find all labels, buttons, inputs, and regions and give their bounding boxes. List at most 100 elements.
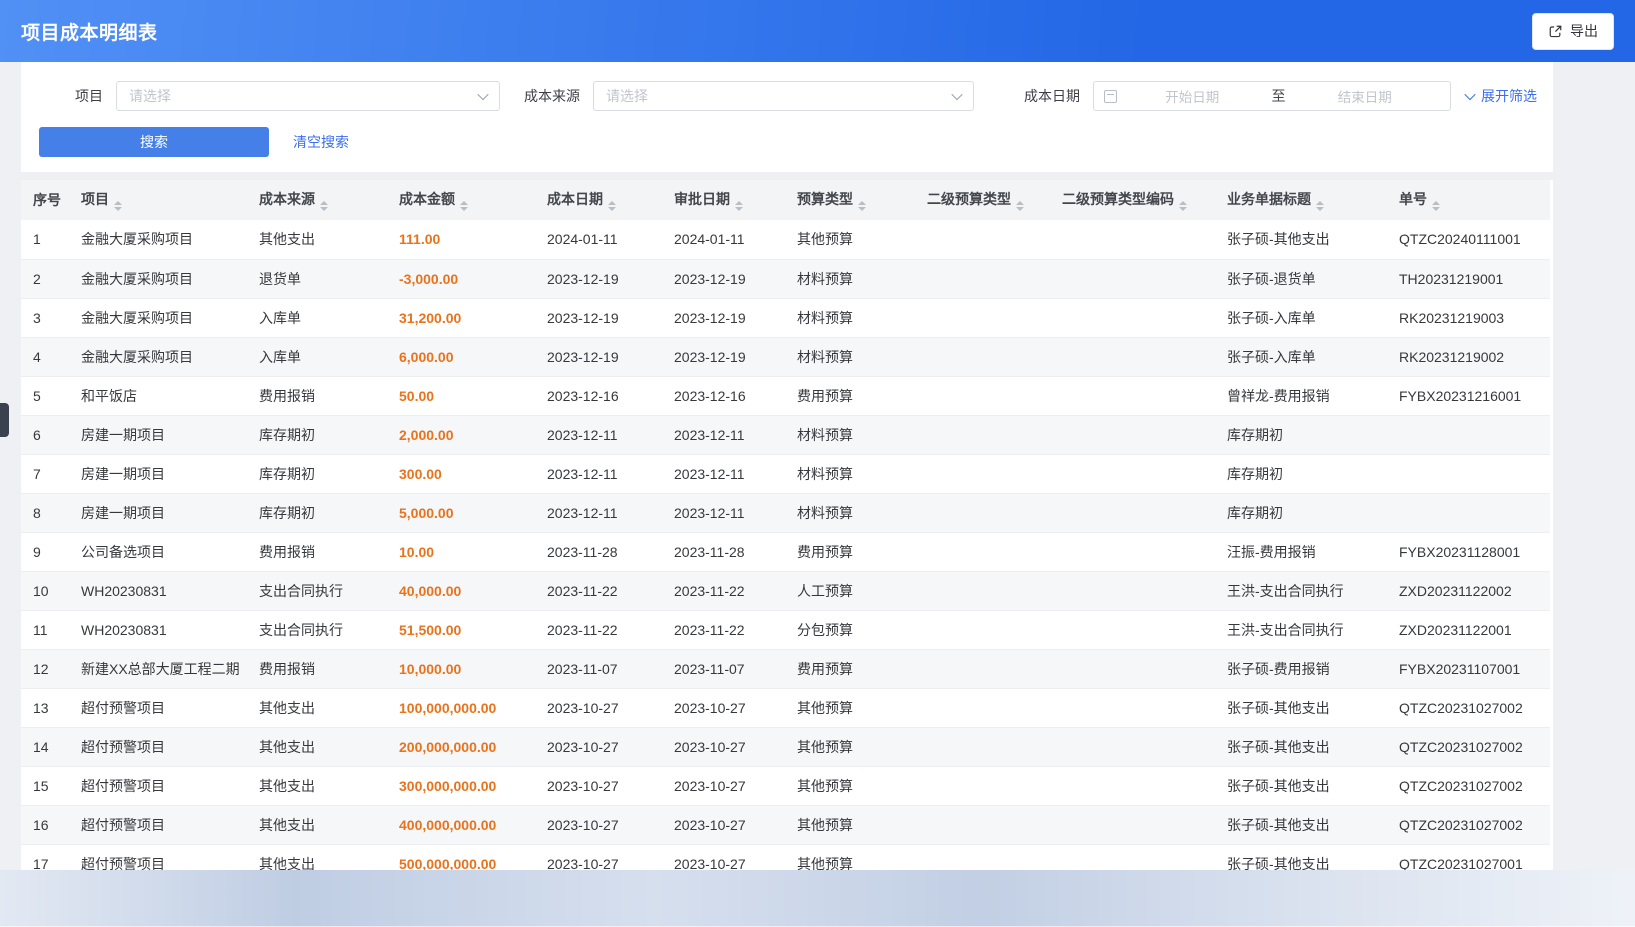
clear-search-link[interactable]: 清空搜索 — [293, 132, 349, 152]
table-cell: 费用报销 — [243, 649, 383, 688]
table-cell: 张子硕-入库单 — [1211, 337, 1383, 376]
table-row[interactable]: 2金融大厦采购项目退货单-3,000.002023-12-192023-12-1… — [21, 259, 1550, 298]
table-row[interactable]: 5和平饭店费用报销50.002023-12-162023-12-16费用预算曾祥… — [21, 376, 1550, 415]
table-cell: 材料预算 — [781, 337, 911, 376]
table-cell: 2023-12-16 — [658, 376, 781, 415]
cost-date-filter-label: 成本日期 — [1024, 86, 1080, 106]
cost-date-range-picker[interactable]: 开始日期 至 结束日期 — [1093, 81, 1451, 111]
project-filter-label: 项目 — [75, 86, 103, 106]
table-cell: 其他支出 — [243, 766, 383, 805]
table-row[interactable]: 12新建XX总部大厦工程二期费用报销10,000.002023-11-07202… — [21, 649, 1550, 688]
column-header[interactable]: 成本金额 — [383, 180, 531, 220]
table-cell: 材料预算 — [781, 298, 911, 337]
sort-icon[interactable] — [1432, 201, 1440, 211]
table-cell — [1383, 493, 1550, 532]
column-header[interactable]: 单号 — [1383, 180, 1550, 220]
table-cell: 其他预算 — [781, 220, 911, 259]
table-cell: 50.00 — [383, 376, 531, 415]
table-cell: 2023-12-16 — [531, 376, 658, 415]
table-row[interactable]: 4金融大厦采购项目入库单6,000.002023-12-192023-12-19… — [21, 337, 1550, 376]
table-cell: 材料预算 — [781, 493, 911, 532]
sort-icon[interactable] — [608, 201, 616, 211]
table-cell: 金融大厦采购项目 — [65, 298, 243, 337]
expand-filter-link[interactable]: 展开筛选 — [1466, 86, 1537, 106]
table-cell: 2 — [21, 259, 65, 298]
table-cell: 库存期初 — [243, 493, 383, 532]
project-select[interactable]: 请选择 — [116, 81, 500, 111]
table-row[interactable]: 3金融大厦采购项目入库单31,200.002023-12-192023-12-1… — [21, 298, 1550, 337]
table-row[interactable]: 11WH20230831支出合同执行51,500.002023-11-22202… — [21, 610, 1550, 649]
table-cell — [1046, 337, 1211, 376]
table-cell: 费用预算 — [781, 376, 911, 415]
column-header[interactable]: 预算类型 — [781, 180, 911, 220]
date-range-separator: 至 — [1268, 86, 1290, 106]
table-cell: 10,000.00 — [383, 649, 531, 688]
table-cell: 分包预算 — [781, 610, 911, 649]
table-cell: 2023-10-27 — [531, 727, 658, 766]
table-cell: 费用报销 — [243, 376, 383, 415]
table-cell — [1046, 259, 1211, 298]
sort-icon[interactable] — [114, 201, 122, 211]
sort-icon[interactable] — [858, 201, 866, 211]
table-row[interactable]: 9公司备选项目费用报销10.002023-11-282023-11-28费用预算… — [21, 532, 1550, 571]
column-header[interactable]: 业务单据标题 — [1211, 180, 1383, 220]
cost-source-select[interactable]: 请选择 — [593, 81, 974, 111]
table-cell: 5 — [21, 376, 65, 415]
table-cell — [911, 805, 1046, 844]
table-cell: 金融大厦采购项目 — [65, 220, 243, 259]
column-header[interactable]: 二级预算类型编码 — [1046, 180, 1211, 220]
column-header[interactable]: 成本来源 — [243, 180, 383, 220]
table-cell: 张子硕-其他支出 — [1211, 766, 1383, 805]
column-header[interactable]: 审批日期 — [658, 180, 781, 220]
column-header[interactable]: 项目 — [65, 180, 243, 220]
table-row[interactable]: 6房建一期项目库存期初2,000.002023-12-112023-12-11材… — [21, 415, 1550, 454]
table-cell: QTZC20231027002 — [1383, 766, 1550, 805]
table-cell — [1046, 571, 1211, 610]
table-cell: 300,000,000.00 — [383, 766, 531, 805]
table-cell: 5,000.00 — [383, 493, 531, 532]
sort-icon[interactable] — [735, 201, 743, 211]
column-header[interactable]: 二级预算类型 — [911, 180, 1046, 220]
column-header[interactable]: 成本日期 — [531, 180, 658, 220]
table-cell — [911, 571, 1046, 610]
table-cell — [1046, 766, 1211, 805]
export-button[interactable]: 导出 — [1532, 13, 1614, 50]
table-cell: 费用预算 — [781, 649, 911, 688]
table-row[interactable]: 16超付预警项目其他支出400,000,000.002023-10-272023… — [21, 805, 1550, 844]
search-button[interactable]: 搜索 — [39, 127, 269, 157]
table-row[interactable]: 15超付预警项目其他支出300,000,000.002023-10-272023… — [21, 766, 1550, 805]
table-row[interactable]: 1金融大厦采购项目其他支出111.002024-01-112024-01-11其… — [21, 220, 1550, 259]
sort-icon[interactable] — [1316, 201, 1324, 211]
table-cell: 2023-12-11 — [531, 454, 658, 493]
table-cell: 2023-11-22 — [531, 571, 658, 610]
column-label: 单号 — [1399, 191, 1427, 207]
table-row[interactable]: 7房建一期项目库存期初300.002023-12-112023-12-11材料预… — [21, 454, 1550, 493]
table-header-row: 序号项目成本来源成本金额成本日期审批日期预算类型二级预算类型二级预算类型编码业务… — [21, 180, 1550, 220]
table-cell: 2024-01-11 — [658, 220, 781, 259]
table-cell — [1383, 454, 1550, 493]
table-row[interactable]: 14超付预警项目其他支出200,000,000.002023-10-272023… — [21, 727, 1550, 766]
table-cell: 支出合同执行 — [243, 610, 383, 649]
sort-icon[interactable] — [1016, 201, 1024, 211]
column-label: 项目 — [81, 191, 109, 207]
sort-icon[interactable] — [460, 201, 468, 211]
table-cell: 张子硕-费用报销 — [1211, 649, 1383, 688]
table-cell: 15 — [21, 766, 65, 805]
table-cell: 其他支出 — [243, 727, 383, 766]
table-cell: 新建XX总部大厦工程二期 — [65, 649, 243, 688]
table-row[interactable]: 10WH20230831支出合同执行40,000.002023-11-22202… — [21, 571, 1550, 610]
table-cell — [1046, 805, 1211, 844]
table-cell: 张子硕-其他支出 — [1211, 688, 1383, 727]
drawer-handle[interactable] — [0, 403, 9, 437]
table-cell: 2023-10-27 — [658, 805, 781, 844]
sort-icon[interactable] — [320, 201, 328, 211]
table-cell: 2023-12-19 — [658, 259, 781, 298]
table-cell — [911, 220, 1046, 259]
table-cell: 40,000.00 — [383, 571, 531, 610]
table-row[interactable]: 8房建一期项目库存期初5,000.002023-12-112023-12-11材… — [21, 493, 1550, 532]
table-row[interactable]: 13超付预警项目其他支出100,000,000.002023-10-272023… — [21, 688, 1550, 727]
chevron-down-icon — [951, 89, 962, 100]
table-cell: 房建一期项目 — [65, 454, 243, 493]
sort-icon[interactable] — [1179, 201, 1187, 211]
table-cell: 超付预警项目 — [65, 727, 243, 766]
